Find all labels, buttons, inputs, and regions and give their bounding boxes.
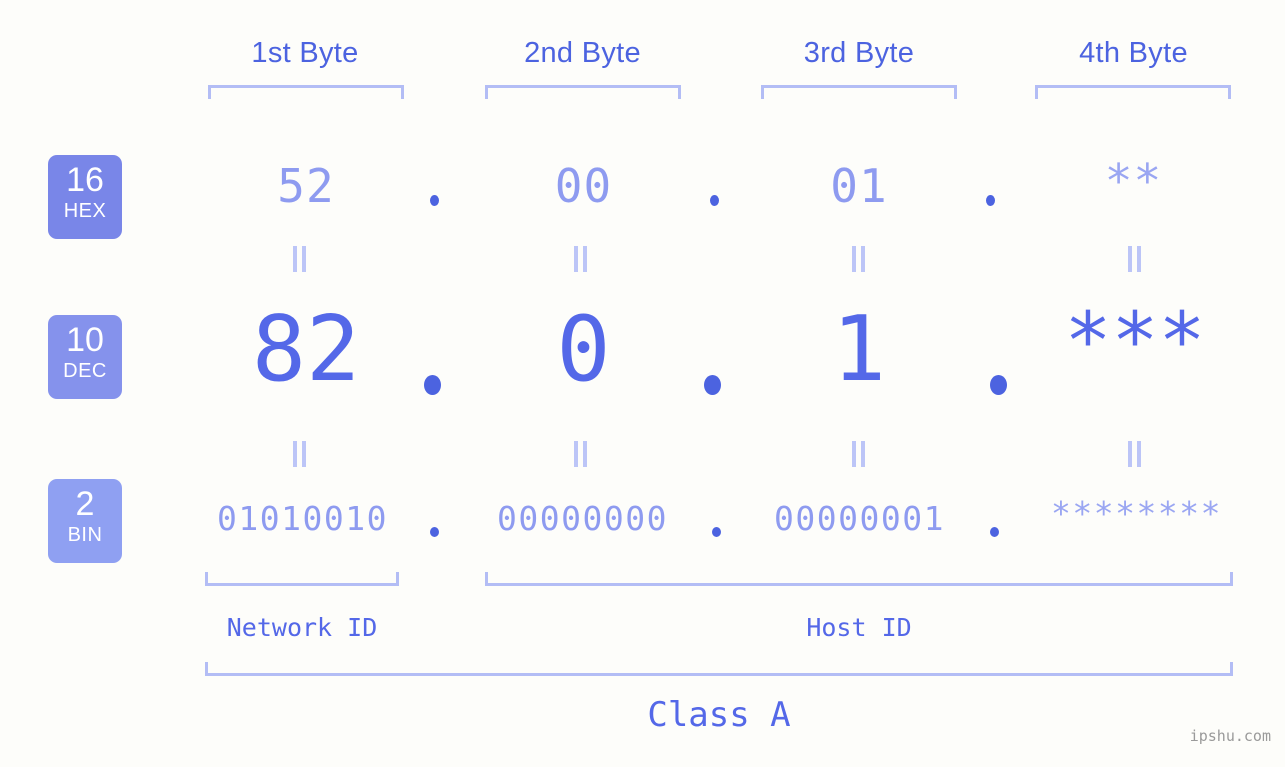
equals-marker-dec-bin-4: [1127, 441, 1143, 467]
equals-marker-dec-bin-3: [851, 441, 867, 467]
base-badge-dec-abbr: DEC: [63, 360, 107, 382]
hex-separator-dot-1: [430, 195, 439, 206]
dec-separator-dot-2: [704, 375, 721, 395]
host-id-label: Host ID: [806, 613, 912, 642]
class-label: Class A: [647, 695, 791, 735]
byte-header-2: 2nd Byte: [524, 37, 641, 69]
byte-bracket-top-3: [761, 85, 957, 99]
host-id-bracket: [485, 572, 1233, 586]
equals-marker-hex-dec-3: [851, 246, 867, 272]
class-bracket: [205, 662, 1233, 676]
hex-byte-4: **: [1104, 154, 1163, 208]
hex-byte-1: 52: [277, 159, 335, 213]
base-badge-hex-abbr: HEX: [63, 200, 107, 222]
bin-byte-4: ********: [1051, 494, 1222, 533]
dec-separator-dot-3: [990, 375, 1007, 395]
network-id-label: Network ID: [226, 613, 378, 642]
hex-separator-dot-3: [986, 195, 995, 206]
bin-byte-3: 00000001: [774, 499, 945, 538]
base-badge-dec-number: 10: [66, 321, 104, 359]
hex-separator-dot-2: [710, 195, 719, 206]
byte-header-3: 3rd Byte: [803, 37, 915, 69]
byte-header-4: 4th Byte: [1079, 37, 1188, 69]
equals-marker-hex-dec-2: [573, 246, 589, 272]
bin-byte-2: 00000000: [497, 499, 668, 538]
equals-marker-hex-dec-4: [1127, 246, 1143, 272]
base-badge-hex: 16 HEX: [48, 155, 122, 239]
base-badge-bin-number: 2: [75, 485, 95, 523]
equals-marker-dec-bin-2: [573, 441, 589, 467]
hex-byte-3: 01: [830, 159, 888, 213]
byte-bracket-top-2: [485, 85, 681, 99]
equals-marker-dec-bin-1: [292, 441, 308, 467]
equals-marker-hex-dec-1: [292, 246, 308, 272]
base-badge-hex-number: 16: [66, 161, 104, 199]
site-watermark: ipshu.com: [1189, 727, 1271, 745]
dec-byte-3: 1: [831, 297, 887, 402]
bin-separator-dot-1: [430, 527, 439, 537]
bin-separator-dot-2: [712, 527, 721, 537]
bin-byte-1: 01010010: [217, 499, 388, 538]
network-id-bracket: [205, 572, 399, 586]
bin-separator-dot-3: [990, 527, 999, 537]
dec-byte-1: 82: [251, 297, 361, 402]
base-badge-dec: 10 DEC: [48, 315, 122, 399]
byte-header-1: 1st Byte: [251, 37, 359, 69]
base-badge-bin: 2 BIN: [48, 479, 122, 563]
byte-bracket-top-4: [1035, 85, 1231, 99]
base-badge-bin-abbr: BIN: [67, 524, 103, 546]
byte-bracket-top-1: [208, 85, 404, 99]
dec-separator-dot-1: [424, 375, 441, 395]
hex-byte-2: 00: [554, 159, 613, 213]
ip-breakdown-diagram: 1st Byte 2nd Byte 3rd Byte 4th Byte 16 H…: [0, 0, 1285, 767]
dec-byte-4: ***: [1064, 297, 1206, 387]
dec-byte-2: 0: [556, 297, 611, 402]
